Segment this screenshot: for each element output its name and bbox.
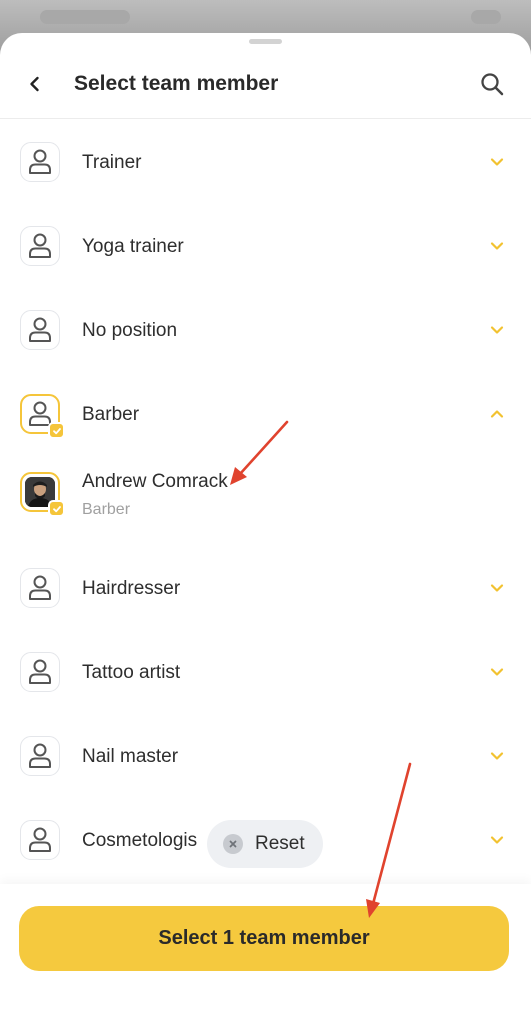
chevron-down-icon[interactable]	[489, 154, 505, 170]
chevron-down-icon[interactable]	[489, 322, 505, 338]
chevron-left-icon	[30, 76, 39, 92]
avatar	[20, 310, 60, 350]
group-row-nail-master[interactable]: Nail master	[0, 714, 531, 798]
check-icon	[52, 427, 61, 434]
person-icon	[29, 743, 51, 768]
group-row-yoga-trainer[interactable]: Yoga trainer	[0, 204, 531, 288]
chevron-up-icon[interactable]	[489, 406, 505, 422]
selected-check-badge	[48, 500, 65, 517]
group-label: Barber	[82, 404, 140, 425]
member-row[interactable]: Andrew Comrack Barber	[0, 448, 531, 546]
avatar	[20, 226, 60, 266]
search-button[interactable]	[475, 67, 509, 101]
chevron-down-icon[interactable]	[489, 748, 505, 764]
close-icon	[223, 834, 243, 854]
check-icon	[52, 505, 61, 512]
member-name: Andrew Comrack	[82, 471, 228, 492]
sheet-header: Select team member	[0, 47, 531, 119]
group-row-trainer[interactable]: Trainer	[0, 120, 531, 204]
group-label: Tattoo artist	[82, 662, 181, 683]
group-label: Trainer	[82, 152, 142, 173]
group-row-hairdresser[interactable]: Hairdresser	[0, 546, 531, 630]
avatar	[20, 394, 65, 439]
avatar	[20, 820, 60, 860]
person-icon	[29, 149, 51, 174]
group-label: Yoga trainer	[82, 236, 184, 257]
bottom-sheet: Select team member Trainer Yoga trainer	[0, 33, 531, 1024]
avatar	[20, 736, 60, 776]
person-icon	[29, 317, 51, 342]
search-icon	[481, 73, 504, 96]
person-icon	[29, 827, 51, 852]
reset-button[interactable]: Reset	[207, 820, 323, 868]
background-blur	[471, 10, 501, 24]
chevron-down-icon[interactable]	[489, 238, 505, 254]
background-blur	[40, 10, 130, 24]
group-label: Cosmetologis	[82, 830, 198, 851]
avatar	[20, 568, 60, 608]
group-row-barber[interactable]: Barber	[0, 372, 531, 448]
select-members-button[interactable]: Select 1 team member	[19, 906, 509, 971]
group-label: Nail master	[82, 746, 179, 767]
member-role: Barber	[82, 501, 131, 518]
chevron-down-icon[interactable]	[489, 664, 505, 680]
selected-check-badge	[48, 422, 65, 439]
person-icon	[29, 233, 51, 258]
person-icon	[29, 575, 51, 600]
reset-label: Reset	[255, 833, 305, 854]
sheet-drag-handle[interactable]	[249, 39, 282, 44]
group-row-tattoo-artist[interactable]: Tattoo artist	[0, 630, 531, 714]
person-icon	[29, 659, 51, 684]
sheet-footer: Select 1 team member	[0, 884, 531, 1024]
avatar	[20, 652, 60, 692]
avatar	[20, 142, 60, 182]
team-member-list: Trainer Yoga trainer No position Barber …	[0, 120, 531, 882]
back-button[interactable]	[18, 67, 52, 101]
chevron-down-icon[interactable]	[489, 580, 505, 596]
group-row-no-position[interactable]: No position	[0, 288, 531, 372]
chevron-down-icon[interactable]	[489, 832, 505, 848]
group-label: Hairdresser	[82, 578, 181, 599]
page-title: Select team member	[74, 72, 279, 95]
group-label: No position	[82, 320, 178, 341]
member-avatar	[20, 472, 65, 517]
